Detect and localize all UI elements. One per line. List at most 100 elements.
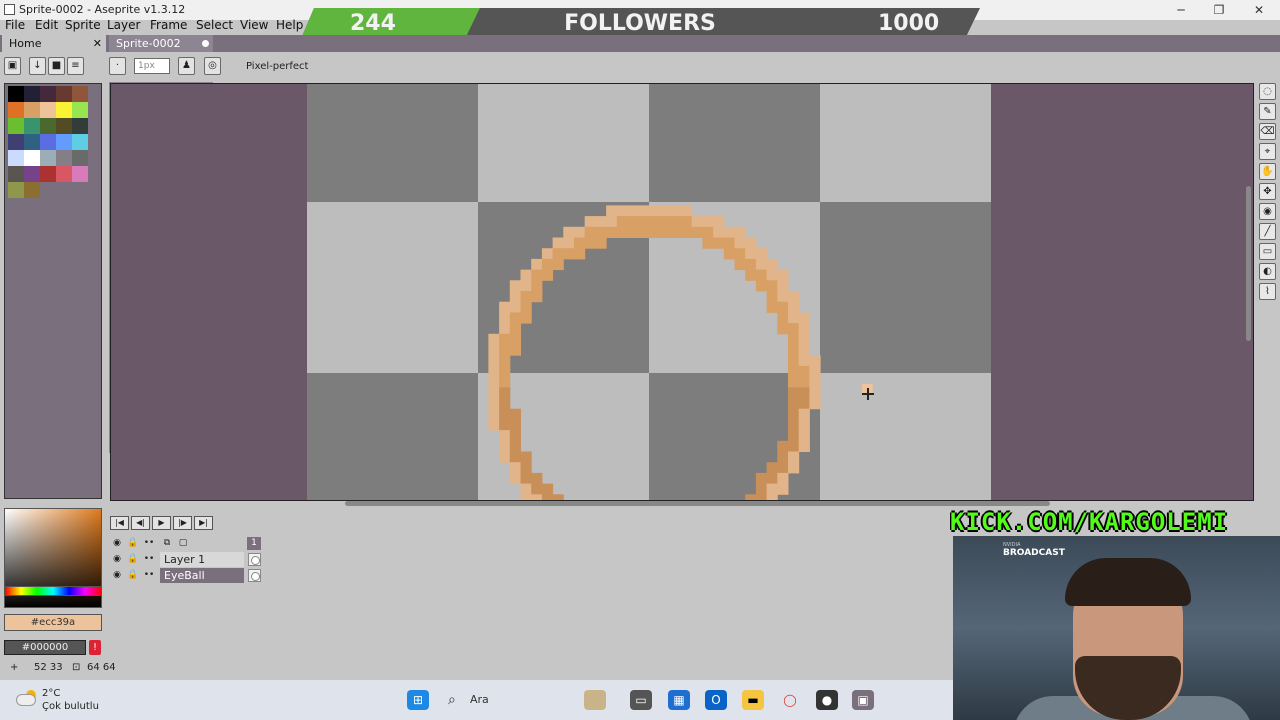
palette-swatch[interactable]: [24, 118, 40, 134]
task-view-icon[interactable]: ▭: [630, 690, 652, 710]
windows-start-icon[interactable]: ⊞: [407, 690, 429, 710]
menu-icon[interactable]: ≡: [67, 57, 84, 75]
opera-icon[interactable]: ◯: [779, 690, 801, 710]
line-icon[interactable]: ╱: [1259, 223, 1276, 240]
palette-swatch[interactable]: [40, 118, 56, 134]
fill-icon[interactable]: ◉: [1259, 203, 1276, 220]
tab-home[interactable]: Home ✕: [2, 35, 106, 52]
download-icon[interactable]: ↓: [29, 57, 46, 75]
palette-swatch[interactable]: [40, 102, 56, 118]
menu-sprite[interactable]: Sprite: [65, 18, 101, 32]
menu-edit[interactable]: Edit: [35, 18, 58, 32]
move-icon[interactable]: ✥: [1259, 183, 1276, 200]
palette-swatch[interactable]: [40, 166, 56, 182]
eraser-icon[interactable]: ⌫: [1259, 123, 1276, 140]
vertical-scrollbar[interactable]: [1246, 186, 1251, 341]
palette-swatch[interactable]: [8, 150, 24, 166]
palette-swatch[interactable]: [8, 134, 24, 150]
dynamics-icon[interactable]: ◎: [204, 57, 221, 75]
ink-icon[interactable]: ♟: [178, 57, 195, 75]
palette-swatch[interactable]: [72, 118, 88, 134]
continuous-header-icon[interactable]: ••: [142, 537, 156, 550]
play-icon[interactable]: ▶: [152, 516, 171, 530]
store-icon[interactable]: ▦: [668, 690, 690, 710]
palette-swatch[interactable]: [56, 86, 72, 102]
palette-swatch[interactable]: [72, 166, 88, 182]
palette-swatch[interactable]: [8, 166, 24, 182]
first-frame-icon[interactable]: |◀: [110, 516, 129, 530]
horizontal-scrollbar[interactable]: [345, 501, 1050, 506]
save-icon[interactable]: ■: [48, 57, 65, 75]
palette-swatch[interactable]: [8, 182, 24, 198]
lock-header-icon[interactable]: 🔒: [126, 537, 140, 550]
warning-icon[interactable]: !: [89, 640, 101, 655]
menu-frame[interactable]: Frame: [150, 18, 187, 32]
palette-swatch[interactable]: [56, 150, 72, 166]
palette-swatch[interactable]: [24, 86, 40, 102]
palette-swatch[interactable]: [8, 118, 24, 134]
brush-size-input[interactable]: 1px: [134, 58, 170, 74]
visibility-eye-icon[interactable]: ◉: [110, 569, 124, 582]
palette-swatch[interactable]: [40, 86, 56, 102]
layer-name[interactable]: Layer 1: [160, 552, 244, 567]
hand-icon[interactable]: ✋: [1259, 163, 1276, 180]
lock-icon[interactable]: ▣: [4, 57, 21, 75]
layer-name[interactable]: EyeBall: [160, 568, 244, 583]
layer-row[interactable]: ◉ 🔒 •• Layer 1: [108, 552, 261, 567]
eyedropper-icon[interactable]: ⌖: [1259, 143, 1276, 160]
hue-slider[interactable]: [4, 586, 102, 596]
last-frame-icon[interactable]: ▶|: [194, 516, 213, 530]
aseprite-taskbar-icon[interactable]: ▣: [852, 690, 874, 710]
palette-swatch[interactable]: [56, 134, 72, 150]
search-highlight-icon[interactable]: [584, 690, 606, 710]
palette-swatch[interactable]: [24, 150, 40, 166]
palette-swatch[interactable]: [24, 182, 40, 198]
sprite-canvas[interactable]: [307, 84, 991, 500]
frame-number[interactable]: 1: [247, 537, 261, 550]
lock-icon[interactable]: 🔒: [126, 569, 140, 582]
background-color[interactable]: #000000: [4, 640, 86, 655]
eye-header-icon[interactable]: ◉: [110, 537, 124, 550]
pencil-icon[interactable]: ✎: [1259, 103, 1276, 120]
taskbar-search[interactable]: ⌕ Ara: [440, 688, 570, 712]
palette-swatch[interactable]: [72, 134, 88, 150]
palette-swatch[interactable]: [56, 118, 72, 134]
obs-icon[interactable]: ●: [816, 690, 838, 710]
canvas-workspace[interactable]: [110, 83, 1254, 501]
palette-swatch[interactable]: [72, 102, 88, 118]
menu-file[interactable]: File: [5, 18, 25, 32]
visibility-eye-icon[interactable]: ◉: [110, 553, 124, 566]
prev-frame-icon[interactable]: ◀|: [131, 516, 150, 530]
cel-keyframe[interactable]: [248, 569, 261, 582]
rectangle-icon[interactable]: ▭: [1259, 243, 1276, 260]
palette-swatch[interactable]: [40, 134, 56, 150]
onion-skin-icon[interactable]: ⧉: [160, 537, 174, 550]
maximize-button[interactable]: ❐: [1200, 0, 1238, 20]
palette-swatch[interactable]: [72, 86, 88, 102]
blur-icon[interactable]: ◐: [1259, 263, 1276, 280]
palette-swatch[interactable]: [24, 134, 40, 150]
next-frame-icon[interactable]: |▶: [173, 516, 192, 530]
layer-link-icon[interactable]: ▢: [176, 537, 190, 550]
palette-swatch[interactable]: [8, 102, 24, 118]
contour-icon[interactable]: ⌇: [1259, 283, 1276, 300]
close-tab-icon[interactable]: ✕: [93, 35, 102, 52]
close-button[interactable]: ✕: [1240, 0, 1278, 20]
palette-swatch[interactable]: [40, 150, 56, 166]
minimize-button[interactable]: ─: [1162, 0, 1200, 20]
foreground-color[interactable]: #ecc39a: [4, 614, 102, 631]
marquee-icon[interactable]: ◌: [1259, 83, 1276, 100]
palette-swatch[interactable]: [24, 166, 40, 182]
menu-select[interactable]: Select: [196, 18, 233, 32]
palette-swatch[interactable]: [8, 86, 24, 102]
layer-row-selected[interactable]: ◉ 🔒 •• EyeBall: [108, 568, 261, 583]
continuous-icon[interactable]: ••: [142, 569, 156, 582]
palette-swatch[interactable]: [72, 150, 88, 166]
palette-swatch[interactable]: [56, 166, 72, 182]
brush-shape-icon[interactable]: ·: [109, 57, 126, 75]
outlook-icon[interactable]: O: [705, 690, 727, 710]
palette-swatch[interactable]: [24, 102, 40, 118]
menu-view[interactable]: View: [240, 18, 268, 32]
pixel-perfect-toggle[interactable]: Pixel-perfect: [246, 61, 308, 72]
continuous-icon[interactable]: ••: [142, 553, 156, 566]
